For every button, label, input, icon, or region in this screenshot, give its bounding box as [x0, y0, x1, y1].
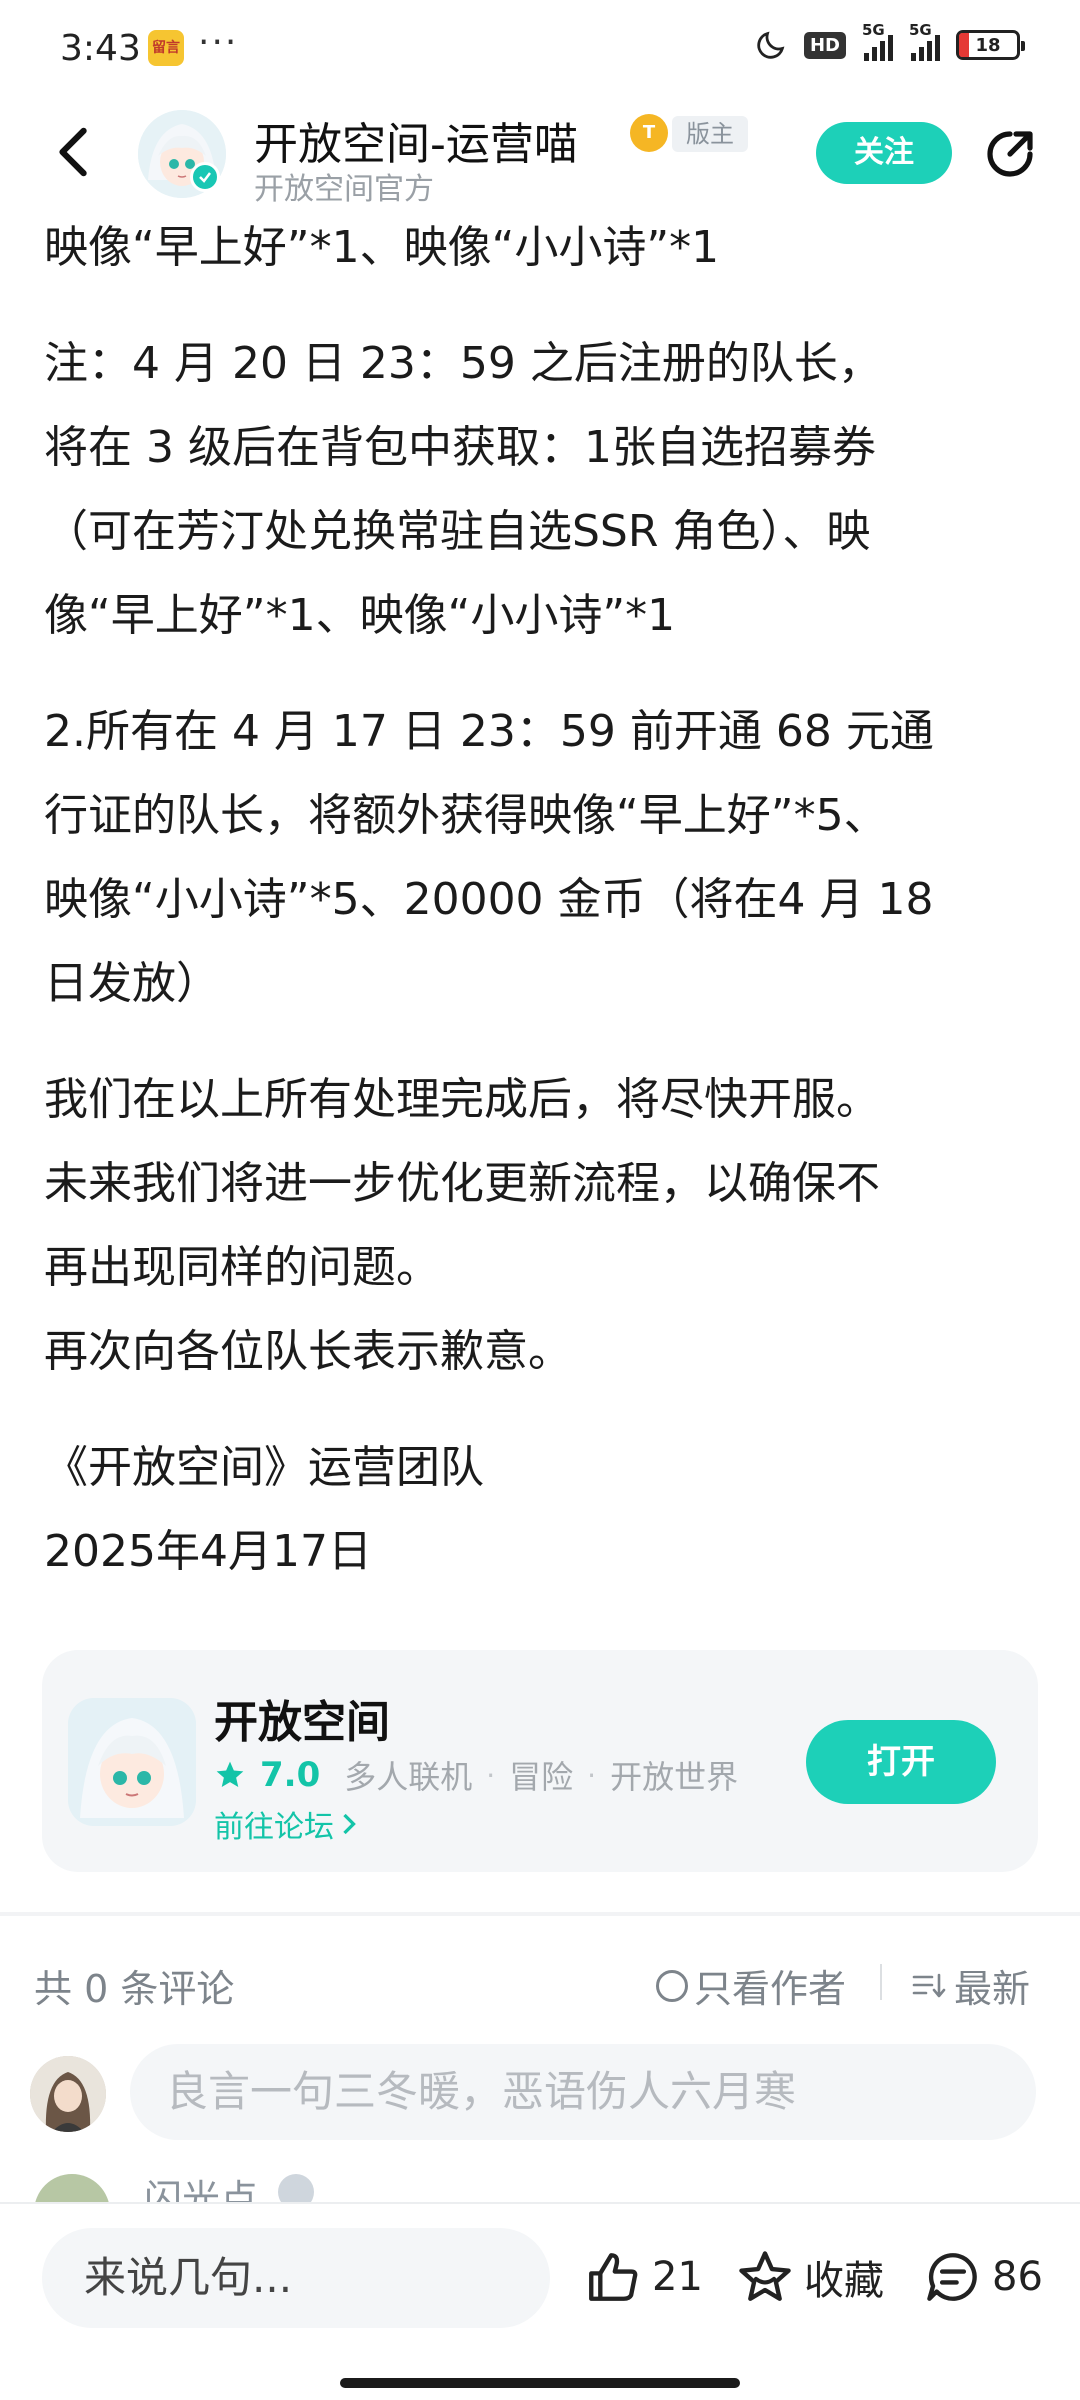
favorite-button[interactable]: 收藏	[736, 2248, 884, 2306]
commenter-avatar[interactable]	[34, 2174, 110, 2202]
game-tag: 冒险	[509, 1758, 574, 1796]
status-time: 3:43	[60, 28, 141, 69]
game-card[interactable]: 开放空间 7.0 多人联机 · 冒险 · 开放世界 前往论坛 打开	[42, 1650, 1038, 1872]
bottom-action-bar: 来说几句... 21 收藏 86	[0, 2202, 1080, 2400]
signature: 《开放空间》运营团队 2025年4月17日	[44, 1442, 484, 1577]
verified-icon	[190, 162, 220, 192]
separator	[880, 1964, 882, 2000]
author-name[interactable]: 开放空间-运营喵	[254, 108, 578, 172]
comments-header: 共 0 条评论 只看作者 最新	[0, 1950, 1080, 2013]
favorite-label: 收藏	[804, 2258, 884, 2304]
star-outline-icon	[739, 2251, 791, 2301]
moderator-tag: 版主	[672, 116, 748, 152]
paragraph: 映像“早上好”*1、映像“小小诗”*1	[44, 222, 720, 273]
commenter-name[interactable]: 闪光点	[144, 2168, 258, 2202]
divider	[0, 1912, 1080, 1916]
notification-app-icon: 留言	[148, 30, 184, 66]
comment-bubble-icon	[927, 2253, 977, 2301]
paragraph: 注：4 月 20 日 23：59 之后注册的队长， 将在 3 级后在背包中获取：…	[44, 338, 882, 641]
signal-icon-1: 5G	[862, 21, 893, 61]
level-badge-icon: T	[630, 114, 668, 152]
reply-input[interactable]: 来说几句...	[42, 2228, 550, 2328]
game-icon	[68, 1698, 196, 1826]
more-notifications-icon: ···	[198, 22, 239, 63]
game-meta: 7.0 多人联机 · 冒险 · 开放世界	[214, 1752, 738, 1798]
forum-link-label: 前往论坛	[214, 1810, 334, 1845]
back-button[interactable]	[44, 122, 104, 182]
comments-button[interactable]: 86	[924, 2248, 1043, 2306]
comment-item: 闪光点	[0, 2168, 1080, 2202]
share-button[interactable]	[980, 124, 1040, 184]
comment-total: 86	[992, 2254, 1043, 2300]
author-only-label: 只看作者	[694, 1967, 847, 2011]
status-icons: HD 5G 5G 18	[754, 21, 1025, 62]
game-tag: 开放世界	[610, 1758, 739, 1796]
game-tag: 多人联机	[344, 1758, 473, 1796]
moon-icon	[757, 31, 785, 59]
post-body: 映像“早上好”*1、映像“小小诗”*1 注：4 月 20 日 23：59 之后注…	[44, 206, 1044, 1626]
forum-link[interactable]: 前往论坛	[214, 1802, 358, 1846]
game-title: 开放空间	[214, 1697, 390, 1748]
thumbs-up-icon	[589, 2253, 638, 2301]
author-subtitle: 开放空间官方	[254, 172, 434, 207]
like-button[interactable]: 21	[584, 2248, 703, 2306]
sort-icon	[912, 1973, 946, 1997]
rating-value: 7.0	[260, 1755, 321, 1795]
share-icon	[987, 131, 1033, 177]
status-bar: 3:43 留言 ··· HD 5G 5G 18	[0, 0, 1080, 100]
post-header: 开放空间-运营喵 T 版主 开放空间官方 关注	[0, 100, 1080, 215]
paragraph: 2.所有在 4 月 17 日 23：59 前开通 68 元通 行证的队长，将额外…	[44, 706, 934, 1009]
comment-input-row: 良言一句三冬暖，恶语伤人六月寒	[0, 2040, 1080, 2140]
open-game-button[interactable]: 打开	[806, 1720, 996, 1804]
comment-input[interactable]: 良言一句三冬暖，恶语伤人六月寒	[130, 2044, 1036, 2140]
hd-icon: HD	[803, 31, 846, 59]
signal-icon-2: 5G	[909, 21, 940, 61]
author-only-toggle[interactable]: 只看作者	[656, 1958, 846, 2013]
like-count: 21	[652, 2254, 703, 2300]
level-badge-icon	[278, 2174, 314, 2202]
chevron-left-icon	[59, 127, 87, 177]
sort-latest-label: 最新	[954, 1967, 1031, 2011]
chevron-right-icon	[343, 1813, 356, 1835]
comment-count: 共 0 条评论	[34, 1967, 235, 2011]
radio-circle-icon	[656, 1969, 688, 2002]
paragraph: 我们在以上所有处理完成后，将尽快开服。 未来我们将进一步优化更新流程，以确保不 …	[44, 1074, 880, 1377]
star-icon	[216, 1761, 244, 1787]
battery-icon: 18	[956, 30, 1025, 60]
user-avatar[interactable]	[30, 2056, 106, 2132]
follow-button[interactable]: 关注	[816, 122, 952, 184]
sort-latest-button[interactable]: 最新	[912, 1958, 1030, 2013]
home-indicator[interactable]	[340, 2378, 740, 2388]
